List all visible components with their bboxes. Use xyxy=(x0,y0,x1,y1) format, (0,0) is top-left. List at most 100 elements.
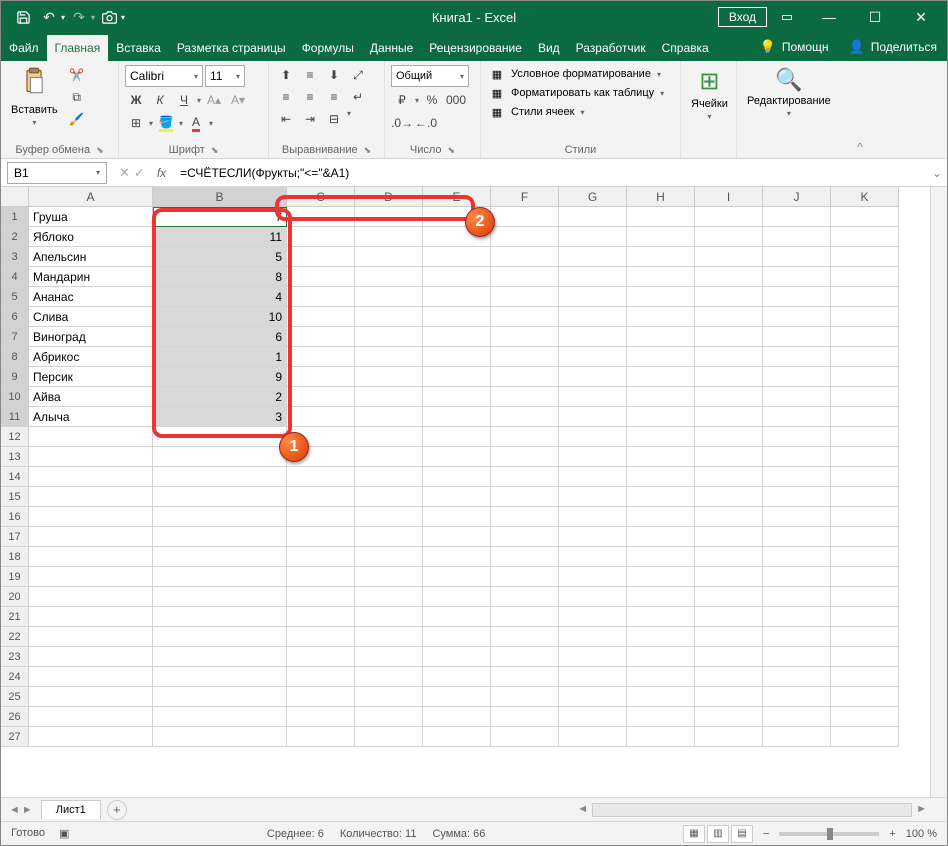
cell[interactable] xyxy=(695,567,763,587)
cell[interactable] xyxy=(153,447,287,467)
cell[interactable] xyxy=(627,267,695,287)
cell[interactable] xyxy=(695,647,763,667)
cell[interactable] xyxy=(491,427,559,447)
cell[interactable]: Апельсин xyxy=(29,247,153,267)
cell[interactable] xyxy=(355,247,423,267)
cell[interactable] xyxy=(29,567,153,587)
italic-button[interactable]: К xyxy=(149,90,171,110)
cell[interactable] xyxy=(559,227,627,247)
cell[interactable] xyxy=(695,727,763,747)
currency-icon[interactable]: ₽ xyxy=(391,90,413,110)
cell[interactable] xyxy=(423,667,491,687)
cell[interactable] xyxy=(423,407,491,427)
tab-help[interactable]: Справка xyxy=(654,35,717,61)
cell[interactable] xyxy=(355,307,423,327)
cell[interactable] xyxy=(29,547,153,567)
cell[interactable] xyxy=(559,287,627,307)
cell[interactable] xyxy=(491,347,559,367)
cell[interactable] xyxy=(355,507,423,527)
cell[interactable] xyxy=(153,727,287,747)
cell[interactable] xyxy=(491,387,559,407)
cell[interactable] xyxy=(627,467,695,487)
row-header[interactable]: 7 xyxy=(1,327,29,347)
cell[interactable] xyxy=(695,467,763,487)
view-pagelayout-icon[interactable]: ▥ xyxy=(707,825,729,843)
row-header[interactable]: 6 xyxy=(1,307,29,327)
cell[interactable] xyxy=(491,527,559,547)
cell[interactable] xyxy=(695,367,763,387)
cell[interactable] xyxy=(355,527,423,547)
cell[interactable] xyxy=(695,707,763,727)
cell[interactable] xyxy=(559,507,627,527)
increase-decimal-icon[interactable]: .0→ xyxy=(391,113,413,133)
row-header[interactable]: 21 xyxy=(1,607,29,627)
cell[interactable] xyxy=(423,647,491,667)
cell[interactable]: Слива xyxy=(29,307,153,327)
cell[interactable] xyxy=(491,227,559,247)
cell[interactable] xyxy=(627,727,695,747)
row-header[interactable]: 4 xyxy=(1,267,29,287)
column-header[interactable]: D xyxy=(355,187,423,207)
cell[interactable] xyxy=(831,367,899,387)
number-format-combo[interactable]: Общий▾ xyxy=(391,65,469,87)
cell[interactable] xyxy=(559,367,627,387)
cell[interactable] xyxy=(287,687,355,707)
cell[interactable] xyxy=(287,707,355,727)
cell[interactable] xyxy=(559,567,627,587)
cell[interactable]: 3 xyxy=(153,407,287,427)
cell[interactable] xyxy=(831,307,899,327)
cell[interactable] xyxy=(559,587,627,607)
cell[interactable] xyxy=(831,327,899,347)
cell[interactable] xyxy=(763,307,831,327)
decrease-decimal-icon[interactable]: ←.0 xyxy=(415,113,437,133)
cell[interactable]: Айва xyxy=(29,387,153,407)
tab-file[interactable]: Файл xyxy=(1,35,47,61)
cell[interactable] xyxy=(423,587,491,607)
row-header[interactable]: 15 xyxy=(1,487,29,507)
cell[interactable]: Мандарин xyxy=(29,267,153,287)
cell[interactable] xyxy=(627,667,695,687)
cell[interactable] xyxy=(287,567,355,587)
zoom-level[interactable]: 100 % xyxy=(906,828,937,840)
clipboard-launcher-icon[interactable]: ⬊ xyxy=(96,145,104,156)
cell[interactable] xyxy=(491,307,559,327)
cell[interactable] xyxy=(627,367,695,387)
cell[interactable] xyxy=(423,547,491,567)
row-header[interactable]: 2 xyxy=(1,227,29,247)
cell[interactable]: Абрикос xyxy=(29,347,153,367)
cell[interactable] xyxy=(627,627,695,647)
cell[interactable] xyxy=(627,447,695,467)
cell[interactable] xyxy=(355,627,423,647)
formula-input[interactable]: =СЧЁТЕСЛИ(Фрукты;"<="&A1) xyxy=(172,162,927,184)
align-left-icon[interactable]: ≡ xyxy=(275,87,297,107)
cell[interactable] xyxy=(695,527,763,547)
cell[interactable] xyxy=(831,607,899,627)
cell[interactable] xyxy=(831,427,899,447)
cell[interactable] xyxy=(355,407,423,427)
cell[interactable] xyxy=(559,247,627,267)
conditional-formatting-button[interactable]: ▦Условное форматирование▾ xyxy=(487,65,666,83)
fx-icon[interactable]: fx xyxy=(151,166,172,180)
bold-button[interactable]: Ж xyxy=(125,90,147,110)
row-header[interactable]: 26 xyxy=(1,707,29,727)
cell[interactable] xyxy=(153,567,287,587)
undo-icon[interactable]: ↶ xyxy=(37,5,61,29)
row-header[interactable]: 10 xyxy=(1,387,29,407)
cell[interactable]: 1 xyxy=(153,347,287,367)
cell[interactable] xyxy=(491,667,559,687)
border-icon[interactable]: ⊞ xyxy=(125,113,147,133)
cell[interactable] xyxy=(287,287,355,307)
cell[interactable] xyxy=(695,607,763,627)
cell[interactable] xyxy=(763,607,831,627)
cell[interactable] xyxy=(423,567,491,587)
cell[interactable] xyxy=(695,407,763,427)
tab-home[interactable]: Главная xyxy=(47,35,109,61)
cell[interactable] xyxy=(695,627,763,647)
cell[interactable] xyxy=(29,687,153,707)
cell[interactable] xyxy=(559,307,627,327)
cell-styles-button[interactable]: ▦Стили ячеек▾ xyxy=(487,103,666,121)
cell[interactable] xyxy=(423,287,491,307)
cell[interactable] xyxy=(355,647,423,667)
vertical-scrollbar[interactable] xyxy=(930,187,947,797)
zoom-out-icon[interactable]: − xyxy=(763,828,769,840)
